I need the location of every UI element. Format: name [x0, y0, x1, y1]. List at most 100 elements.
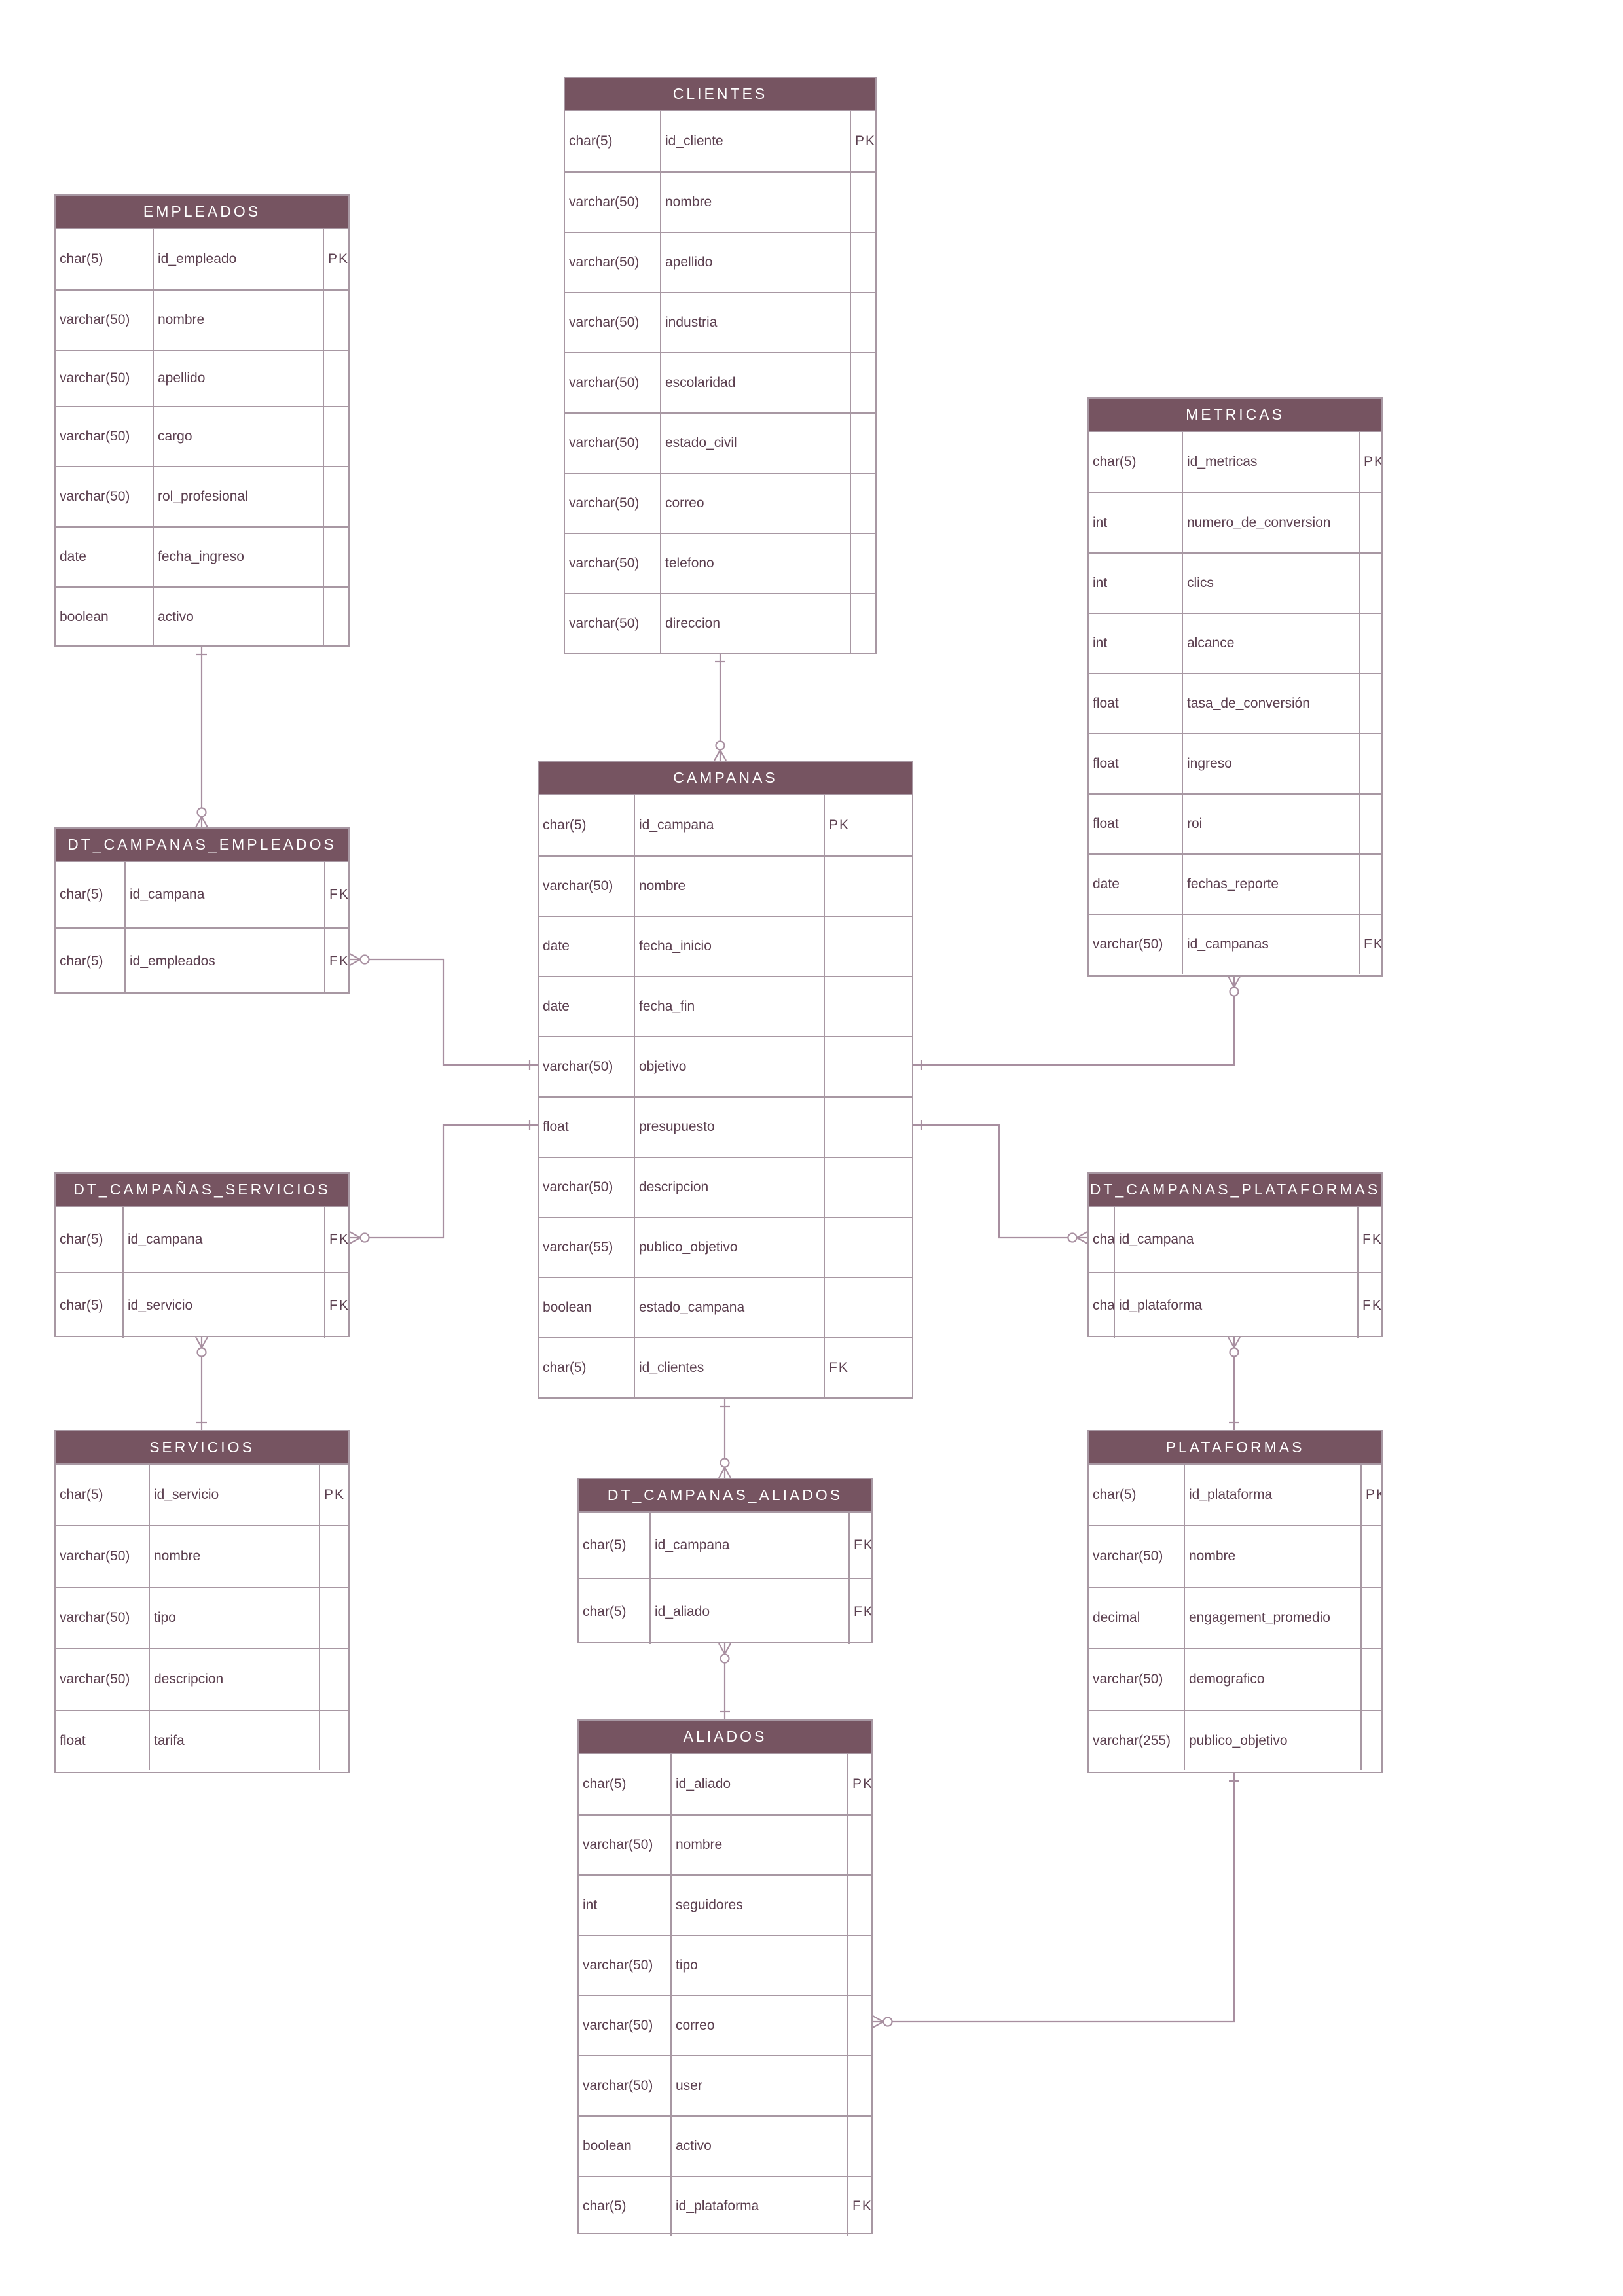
attribute-key: FK: [1357, 1207, 1381, 1272]
attribute-name: apellido: [153, 351, 323, 406]
attribute-row: float tasa_de_conversión: [1089, 673, 1381, 733]
attribute-name: fecha_fin: [634, 977, 824, 1036]
attribute-name: nombre: [660, 173, 850, 232]
attribute-type: boolean: [60, 609, 109, 624]
attribute-row: char(5) id_aliadoFK: [579, 1578, 871, 1644]
many-marker: [195, 1336, 202, 1348]
zero-marker: [1229, 986, 1239, 997]
relationship-plataformas-to-dt-campanas-plataformas: [1228, 1336, 1241, 1430]
attribute-name: descripcion: [149, 1649, 319, 1710]
attribute-name: id_campana: [1114, 1207, 1357, 1272]
attribute-name: descripcion: [634, 1158, 824, 1217]
attribute-name: id_plataforma: [670, 2177, 847, 2236]
attribute-type: int: [1093, 575, 1108, 590]
attribute-row: char(5) id_metricasPK: [1089, 431, 1381, 492]
attribute-key: [1359, 795, 1381, 853]
attribute-row: char(5) id_aliado PK: [579, 1753, 871, 1814]
attribute-row: char(5) id_plataformaPK: [1089, 1463, 1381, 1525]
attribute-name: id_clientes: [634, 1338, 824, 1397]
relationship-campanas-to-dt-campanas-empleados: [349, 953, 538, 1070]
attribute-type: varchar(50): [569, 435, 640, 450]
attribute-key: FK: [1359, 915, 1381, 974]
attribute-type: varchar(50): [569, 255, 640, 270]
many-marker: [718, 1643, 725, 1655]
attribute-row: boolean estado_campana: [539, 1277, 912, 1337]
attribute-row: int clics: [1089, 552, 1381, 613]
attribute-name: apellido: [660, 233, 850, 292]
attribute-key: PK: [824, 795, 912, 855]
attribute-row: varchar(50) demografico: [1089, 1648, 1381, 1710]
entity-title: CLIENTES: [565, 78, 875, 110]
many-marker: [720, 749, 727, 761]
attribute-name: escolaridad: [660, 353, 850, 412]
attribute-type: date: [543, 999, 570, 1014]
attribute-key: FK: [324, 1273, 348, 1338]
attribute-type: date: [1093, 876, 1120, 891]
attribute-row: float tarifa: [56, 1710, 348, 1770]
entity-title: DT_CAMPANAS_PLATAFORMAS: [1089, 1174, 1381, 1206]
attribute-name: alcance: [1182, 614, 1359, 673]
attribute-row: varchar(50) apellido: [56, 350, 348, 406]
attribute-row: char(5)id_plataformaFK: [1089, 1272, 1381, 1338]
attribute-row: float presupuesto: [539, 1096, 912, 1157]
attribute-key: [824, 857, 912, 916]
attribute-type: varchar(50): [60, 1672, 130, 1687]
attribute-type: varchar(50): [543, 1059, 613, 1074]
attribute-key: PK: [1360, 1465, 1381, 1525]
er-diagram: EMPLEADOS char(5) id_empleado PK varchar(50)…: [0, 0, 1623, 2296]
attribute-key: [847, 1936, 871, 1995]
many-marker: [1233, 976, 1241, 988]
attribute-key: [319, 1649, 348, 1710]
attribute-type: varchar(50): [583, 2078, 653, 2093]
entity-dt-campanas-empleados: DT_CAMPANAS_EMPLEADOS char(5) id_campana FK…: [54, 827, 350, 994]
attribute-row: varchar(50) correo: [579, 1995, 871, 2055]
attribute-type: boolean: [543, 1300, 592, 1315]
attribute-name: estado_civil: [660, 414, 850, 473]
attribute-name: ingreso: [1182, 734, 1359, 793]
attribute-name: tasa_de_conversión: [1182, 674, 1359, 733]
attribute-type: char(5): [543, 1360, 587, 1375]
attribute-row: varchar(50) nombre: [1089, 1525, 1381, 1587]
attribute-key: [1360, 1649, 1381, 1710]
attribute-key: [323, 528, 348, 586]
attribute-name: user: [670, 2056, 847, 2115]
many-marker: [195, 816, 202, 828]
attribute-name: demografico: [1184, 1649, 1360, 1710]
zero-marker: [359, 954, 370, 965]
attribute-row: int seguidores: [579, 1874, 871, 1935]
zero-marker: [883, 2017, 893, 2027]
attribute-row: varchar(50) industria: [565, 292, 875, 352]
attribute-name: direccion: [660, 594, 850, 653]
attribute-key: FK: [847, 2177, 871, 2236]
attribute-name: telefono: [660, 534, 850, 593]
many-marker: [1233, 1336, 1241, 1348]
attribute-key: FK: [1357, 1273, 1381, 1338]
attribute-type: varchar(50): [569, 556, 640, 571]
attribute-row: date fecha_inicio: [539, 916, 912, 976]
attribute-key: [323, 467, 348, 526]
attribute-row: date fecha_fin: [539, 976, 912, 1036]
entity-dt-campanas-aliados: DT_CAMPANAS_ALIADOSchar(5)id_campanaFKch…: [577, 1478, 873, 1644]
zero-marker: [1067, 1232, 1078, 1243]
attribute-row: int alcance: [1089, 613, 1381, 673]
attribute-name: engagement_promedio: [1184, 1588, 1360, 1648]
attribute-row: varchar(50) direccion: [565, 593, 875, 653]
relationship-campanas-to-dt-campanas-plataformas: [913, 1120, 1088, 1244]
attribute-row: date fecha_ingreso: [56, 526, 348, 586]
attribute-name: presupuesto: [634, 1098, 824, 1157]
attribute-key: [323, 291, 348, 350]
many-marker: [872, 2015, 884, 2022]
attribute-type: char(5): [60, 953, 103, 969]
attribute-name: fecha_ingreso: [153, 528, 323, 586]
attribute-name: id_empleados: [124, 929, 324, 994]
entity-title: PLATAFORMAS: [1089, 1431, 1381, 1463]
relationship-servicios-to-dt-campanas-servicios: [195, 1336, 208, 1430]
attribute-name: activo: [153, 588, 323, 647]
zero-marker: [720, 1653, 730, 1664]
attribute-row: varchar(50) tipo: [579, 1935, 871, 1995]
attribute-key: [1359, 674, 1381, 733]
attribute-name: id_plataforma: [1184, 1465, 1360, 1525]
attribute-key: [847, 1996, 871, 2055]
attribute-name: industria: [660, 293, 850, 352]
attribute-type: int: [1093, 515, 1108, 530]
